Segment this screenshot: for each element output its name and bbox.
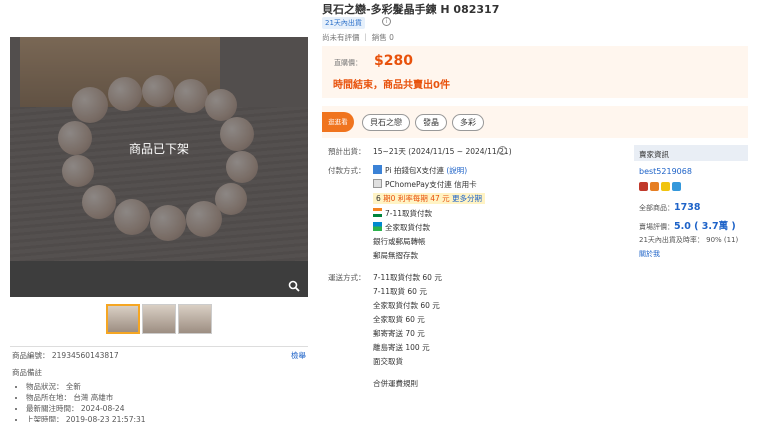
delivery-row: 郵寄寄送 70 元: [373, 329, 425, 338]
price-label: 直購價：: [334, 59, 362, 67]
seller-badges: [639, 182, 681, 191]
item-number-row: 商品編號： 21934560143817 檢舉: [10, 346, 308, 361]
installment-periods: 6: [376, 194, 381, 203]
delivery-row: 離島寄送 100 元: [373, 343, 430, 352]
note-item: 最新關注時間： 2024-08-24: [26, 403, 308, 414]
shipping-label: 預計出貨：: [328, 147, 366, 156]
payment-label: 付款方式：: [328, 166, 366, 175]
seller-rating-label: 賣場評價：: [639, 223, 674, 231]
product-image[interactable]: 商品已下架: [10, 37, 308, 297]
tag-chip[interactable]: 多彩: [452, 114, 484, 131]
installment-row: 6 期0 利率每期 47 元 更多分期: [373, 193, 486, 204]
familymart-icon: [373, 222, 382, 231]
info-icon[interactable]: i: [498, 146, 507, 155]
shipping-value: 15~21天 (2024/11/15 ~ 2024/11/21): [373, 147, 512, 156]
zoom-icon[interactable]: [288, 280, 300, 292]
info-icon[interactable]: i: [382, 17, 391, 26]
installment-amount: 47 元: [430, 194, 450, 203]
installment-rate: 期0 利率每期: [383, 194, 428, 203]
note-item: 上架時間： 2019-08-23 21:57:31: [26, 414, 308, 422]
product-info: 貝石之戀-多彩髮晶手鍊 H 082317 21天內出貨 i 尚未有評價 ｜ 銷售…: [322, 0, 752, 422]
note-item: 物品所在地： 台灣 高雄市: [26, 392, 308, 403]
rating-summary: 尚未有評價 ｜ 銷售 0: [322, 33, 394, 42]
mail-icon: [650, 182, 659, 191]
delivery-row: 面交取貨: [373, 357, 403, 366]
item-number-label: 商品編號：: [12, 351, 50, 360]
product-title: 貝石之戀-多彩髮晶手鍊 H 082317: [322, 3, 500, 16]
seller-items-count[interactable]: 1738: [674, 202, 700, 213]
payment-row: 銀行或郵局轉帳: [373, 237, 426, 246]
delivery-row: 全家取貨 60 元: [373, 315, 425, 324]
shield-icon: [672, 182, 681, 191]
sale-ended-text: 時間結束，商品共賣出0件: [333, 80, 450, 91]
thumbnail[interactable]: [142, 304, 176, 334]
seller-ship-rate: 21天內出貨及時率： 90% (11): [639, 236, 739, 244]
offline-overlay: [10, 37, 308, 297]
seller-header: 賣家資訊: [634, 145, 748, 161]
about-seller-link[interactable]: 關於我: [639, 249, 660, 259]
explain-link[interactable]: (說明): [446, 166, 467, 175]
certified-icon: [639, 182, 648, 191]
payment-option: 全家取貨付款: [385, 223, 430, 232]
more-installment-link[interactable]: 更多分期: [452, 194, 482, 203]
seven-eleven-icon: [373, 208, 382, 217]
thumbnail[interactable]: [178, 304, 212, 334]
item-number: 21934560143817: [51, 351, 119, 360]
delivery-row: 7-11取貨 60 元: [373, 287, 427, 296]
payment-row: 郵局無摺存款: [373, 251, 418, 260]
shipping-badge: 21天內出貨: [322, 17, 365, 29]
installment-banner: 6 期0 利率每期 47 元 更多分期: [373, 193, 486, 204]
gallery: 商品已下架 商品編號： 21934560143817 檢舉 商品備註 物品狀況：…: [10, 0, 308, 422]
tag-row: 逛逛看 貝石之戀 發晶 多彩: [322, 106, 748, 138]
note-item: 物品狀況： 全新: [26, 381, 308, 392]
pchomepay-icon: [373, 179, 382, 188]
delivery-row: 全家取貨付款 60 元: [373, 301, 440, 310]
seller-rating: 賣場評價：5.0 ( 3.7萬 ): [639, 218, 736, 232]
seller-name[interactable]: best5219068: [639, 167, 692, 176]
payment-row: 7-11取貨付款: [373, 208, 432, 219]
combined-shipping-link[interactable]: 合併運費規則: [373, 378, 418, 389]
payment-option: PChomePay支付連 信用卡: [385, 180, 477, 189]
pi-wallet-icon: [373, 165, 382, 174]
payment-option: Pi 拍錢包X支付連: [385, 166, 447, 175]
seller-rating-value[interactable]: 5.0 ( 3.7萬 ): [674, 221, 736, 232]
notes-header: 商品備註: [12, 368, 42, 377]
delivery-label: 運送方式：: [328, 273, 366, 282]
seller-panel: 賣家資訊 best5219068 全部商品：1738 賣場評價：5.0 ( 3.…: [634, 145, 748, 265]
item-notes: 商品備註 物品狀況： 全新 物品所在地： 台灣 高雄市 最新關注時間： 2024…: [10, 367, 308, 422]
payment-row: 全家取貨付款: [373, 222, 430, 233]
offline-label: 商品已下架: [128, 142, 189, 156]
price-box: 直購價： $280 時間結束，商品共賣出0件: [322, 46, 748, 98]
seller-items: 全部商品：1738: [639, 202, 700, 213]
image-bottom-bar: [10, 261, 308, 297]
payment-option: 7-11取貨付款: [385, 209, 433, 218]
browse-flag: 逛逛看: [322, 112, 354, 132]
thumbnail[interactable]: [106, 304, 140, 334]
report-link[interactable]: 檢舉: [291, 350, 306, 361]
payment-row: Pi 拍錢包X支付連 (說明): [373, 165, 467, 176]
thumbnail-strip: [106, 304, 212, 334]
delivery-row: 7-11取貨付款 60 元: [373, 273, 442, 282]
price: $280: [374, 53, 413, 69]
tag-chip[interactable]: 發晶: [415, 114, 447, 131]
payment-row: PChomePay支付連 信用卡: [373, 179, 477, 190]
seller-items-label: 全部商品：: [639, 204, 674, 212]
lock-icon: [661, 182, 670, 191]
tag-chip[interactable]: 貝石之戀: [362, 114, 410, 131]
